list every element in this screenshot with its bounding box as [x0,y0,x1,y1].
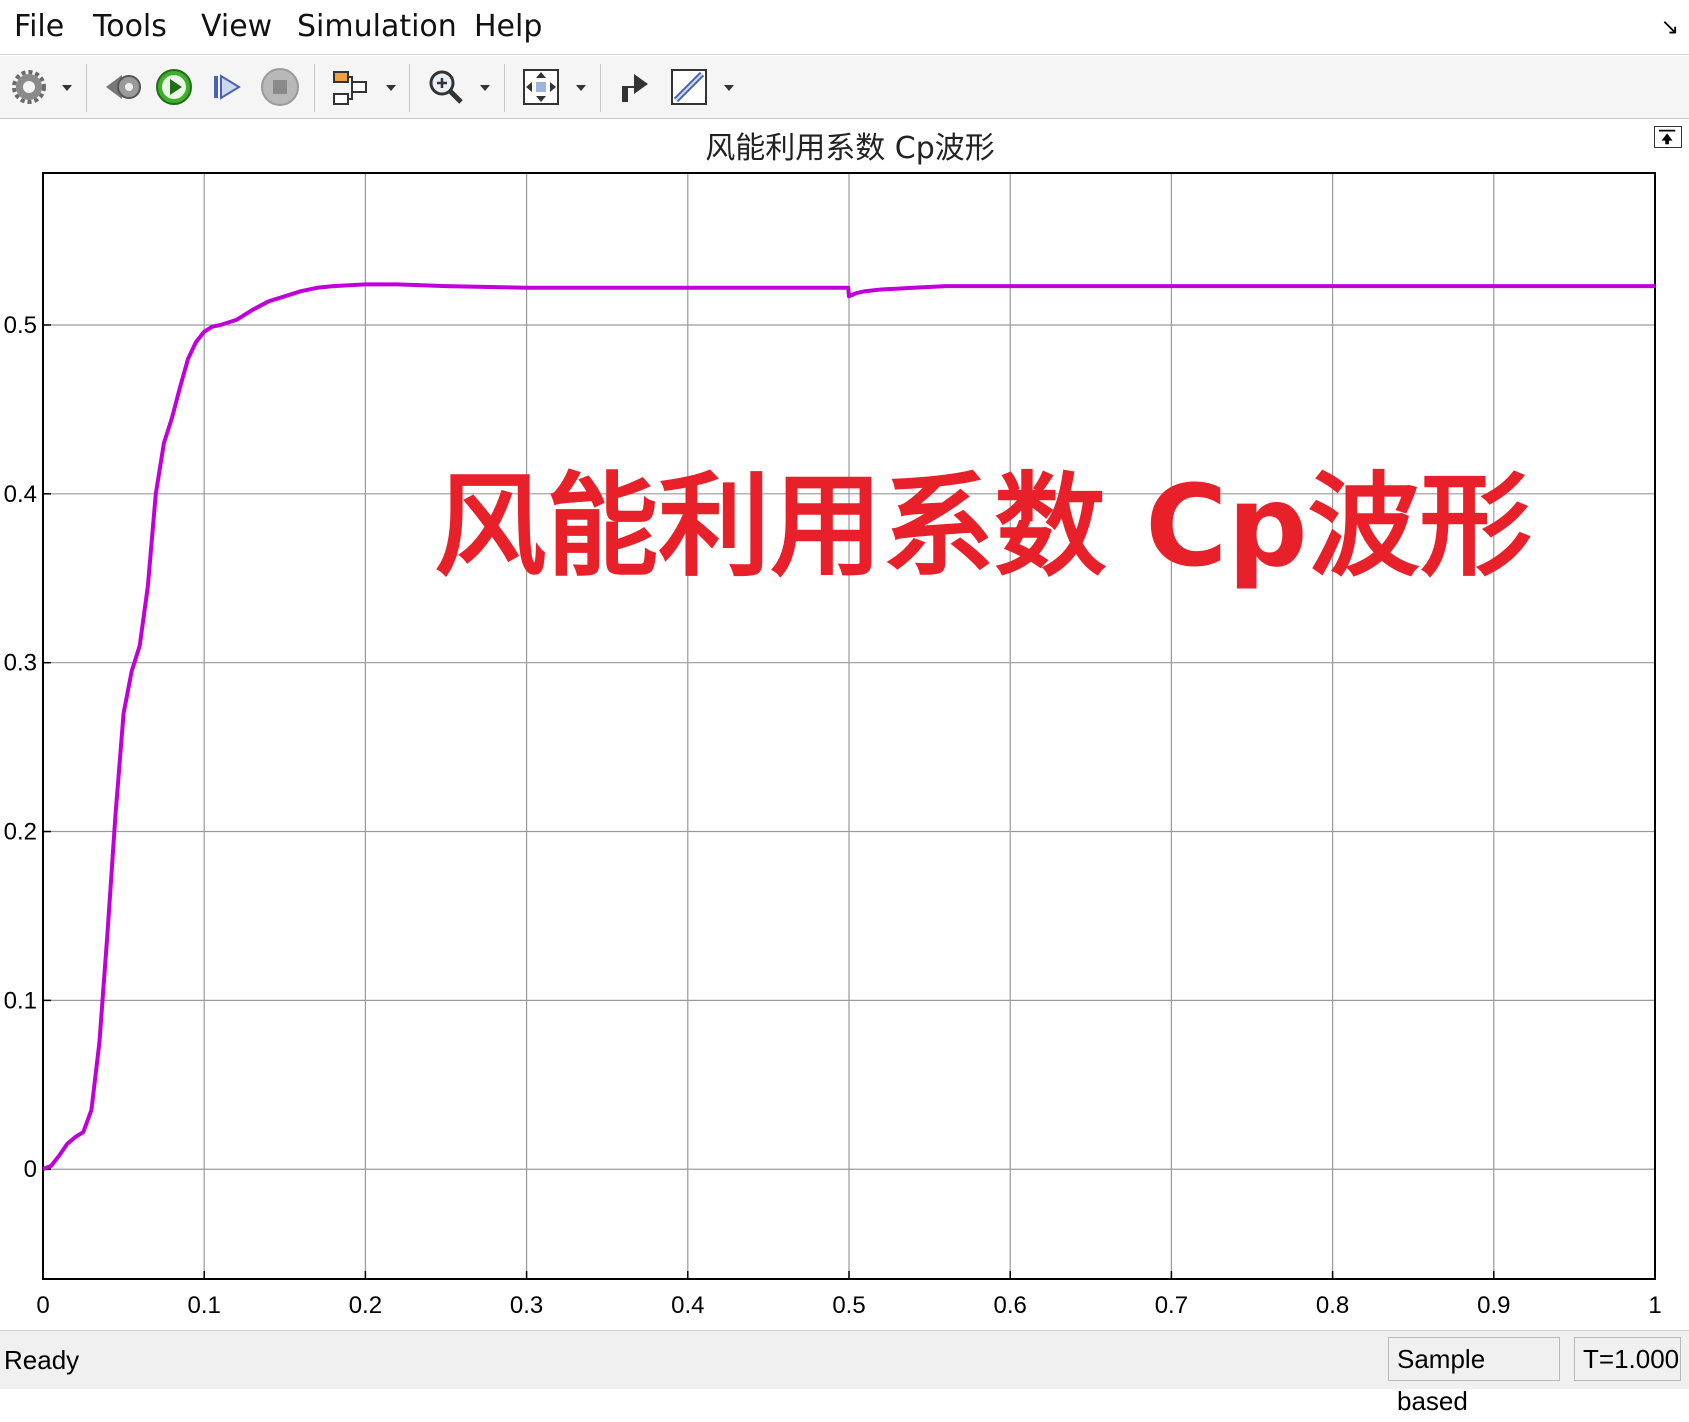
x-tick-label: 0.3 [510,1292,543,1319]
status-bar: Ready Sample based T=1.000 [0,1330,1689,1416]
measurements-dropdown-icon[interactable] [723,83,735,93]
highlight-dropdown-icon[interactable] [385,83,397,93]
menu-view[interactable]: View [201,8,272,46]
sample-mode-indicator: Sample based [1388,1337,1560,1416]
x-tick-label: 0.7 [1155,1292,1188,1319]
undock-arrow-icon[interactable]: ↘ [1661,14,1679,40]
y-tick-label: 0.2 [4,819,37,846]
x-tick-label: 0.9 [1477,1292,1510,1319]
y-tick-label: 0.4 [4,481,37,508]
step-forward-icon[interactable] [206,66,248,108]
status-text: Ready [4,1345,80,1375]
measurements-icon[interactable] [668,66,710,108]
menu-help[interactable]: Help [474,8,542,46]
x-tick-label: 0.2 [349,1292,382,1319]
y-tick-label: 0.1 [4,987,37,1014]
plot-title: 风能利用系数 Cp波形 [705,131,995,166]
sim-time-indicator: T=1.000 [1574,1337,1681,1381]
zoom-dropdown-icon[interactable] [479,83,491,93]
menu-file[interactable]: File [14,8,64,46]
restore-view-button[interactable] [1654,126,1682,148]
autoscale-dropdown-icon[interactable] [575,83,587,93]
stop-icon[interactable] [259,66,301,108]
toolbar-separator [504,64,505,112]
autoscale-icon[interactable] [520,66,562,108]
highlight-block-icon[interactable] [330,66,372,108]
x-tick-label: 0.5 [832,1292,865,1319]
x-tick-label: 0.1 [188,1292,221,1319]
y-tick-label: 0 [24,1156,37,1183]
y-tick-label: 0.5 [4,312,37,339]
y-tick-label: 0.3 [4,650,37,677]
x-tick-label: 0 [36,1292,49,1319]
scope-plot: 风能利用系数 Cp波形 0 0.1 0.2 0.3 0.4 0.5 0.6 0.7 0.8 0.9… [4,131,1662,1319]
toolbar-separator [600,64,601,112]
menu-tools[interactable]: Tools [93,8,167,46]
toolbar-separator [409,64,410,112]
step-back-icon[interactable] [102,66,144,108]
menu-simulation[interactable]: Simulation [297,8,457,46]
x-tick-label: 0.4 [671,1292,704,1319]
overlay-caption: 风能利用系数 Cp波形 [434,462,1531,592]
run-icon[interactable] [153,66,195,108]
zoom-icon[interactable] [425,66,467,108]
toolbar [0,56,1689,119]
settings-icon[interactable] [8,66,50,108]
x-tick-label: 1 [1648,1292,1661,1319]
settings-dropdown-icon[interactable] [61,83,73,93]
menu-bar: File Tools View Simulation Help ↘ [0,0,1689,55]
x-tick-label: 0.6 [994,1292,1027,1319]
send-to-figure-icon[interactable] [614,66,656,108]
toolbar-separator [314,64,315,112]
toolbar-separator [86,64,87,112]
x-tick-label: 0.8 [1316,1292,1349,1319]
scope-plot-area: 风能利用系数 Cp波形 0 0.1 0.2 0.3 0.4 0.5 0.6 0.7 0.8 0.9… [0,120,1689,1330]
